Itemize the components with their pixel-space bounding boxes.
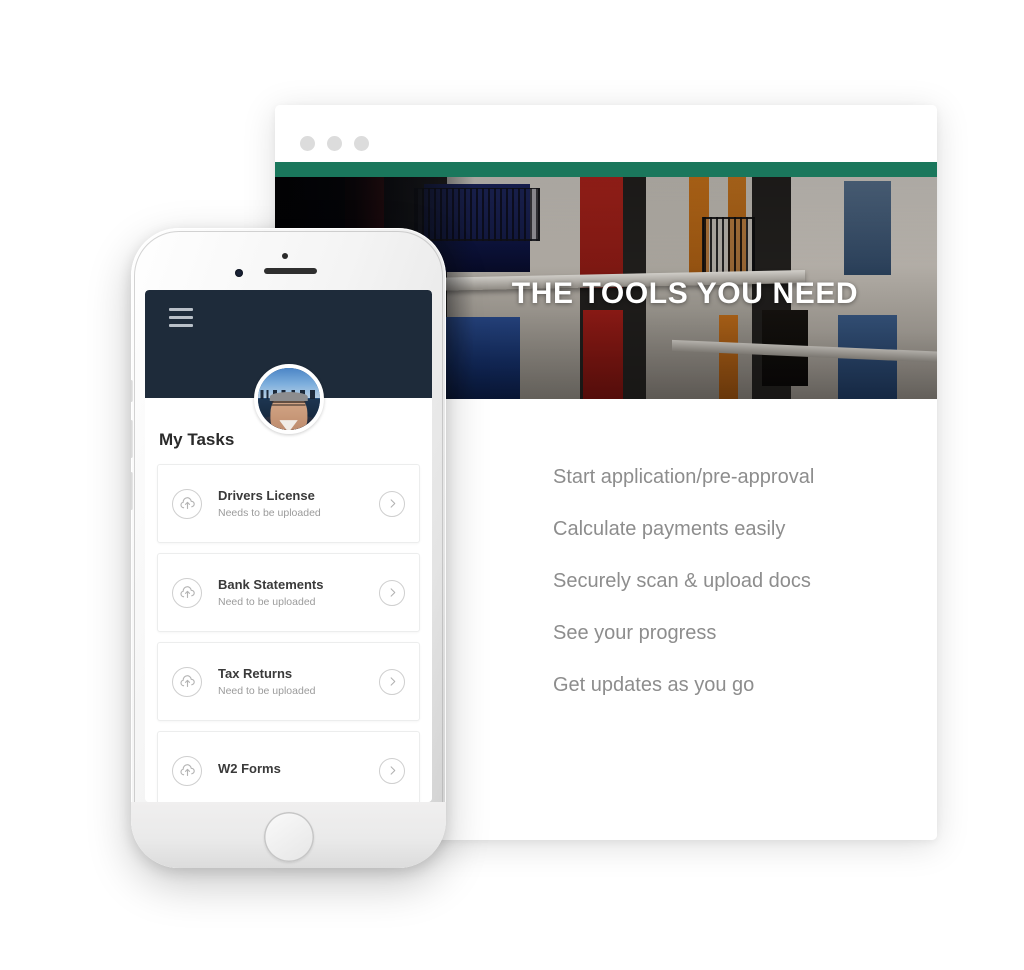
task-card[interactable]: Bank Statements Need to be uploaded: [157, 553, 420, 632]
chevron-right-icon[interactable]: [379, 757, 405, 784]
task-card[interactable]: Drivers License Needs to be uploaded: [157, 464, 420, 543]
phone-volume-down-button[interactable]: [131, 472, 133, 510]
cloud-upload-icon: [172, 666, 202, 697]
window-traffic-lights: [300, 136, 369, 151]
home-button[interactable]: [263, 812, 314, 862]
app-body: My Tasks Drivers License Needs to be upl…: [145, 398, 432, 802]
phone-top-bezel: [131, 228, 446, 298]
screenshot-stage: THE TOOLS YOU NEED Start application/pre…: [0, 0, 1024, 970]
task-card[interactable]: Tax Returns Need to be uploaded: [157, 642, 420, 721]
task-text: Bank Statements Need to be uploaded: [202, 577, 379, 608]
task-card[interactable]: W2 Forms: [157, 731, 420, 802]
feature-item: Securely scan & upload docs: [553, 570, 811, 592]
task-text: Drivers License Needs to be uploaded: [202, 488, 379, 519]
cloud-upload-icon: [172, 488, 202, 519]
task-text: Tax Returns Need to be uploaded: [202, 666, 379, 697]
chevron-right-icon[interactable]: [379, 490, 405, 517]
hamburger-icon[interactable]: [169, 308, 193, 332]
feature-item: See your progress: [553, 622, 717, 644]
minimize-dot-icon[interactable]: [327, 136, 342, 151]
task-status: Need to be uploaded: [218, 596, 316, 608]
feature-item: Get updates as you go: [553, 674, 755, 696]
browser-title-bar: [275, 105, 937, 162]
earpiece-speaker: [264, 268, 317, 274]
task-title: W2 Forms: [218, 761, 281, 776]
phone-screen: My Tasks Drivers License Needs to be upl…: [145, 290, 432, 802]
phone-bottom-bezel: [131, 802, 446, 868]
task-text: W2 Forms: [202, 761, 379, 780]
phone-mockup: My Tasks Drivers License Needs to be upl…: [131, 228, 446, 868]
cloud-upload-icon: [172, 755, 202, 786]
maximize-dot-icon[interactable]: [354, 136, 369, 151]
front-camera-icon: [235, 269, 243, 277]
task-title: Bank Statements: [218, 577, 324, 592]
site-accent-bar: [275, 162, 937, 177]
close-dot-icon[interactable]: [300, 136, 315, 151]
avatar-glasses-icon: [271, 400, 306, 407]
chevron-right-icon[interactable]: [379, 579, 405, 606]
task-title: Tax Returns: [218, 666, 293, 681]
cloud-upload-icon: [172, 577, 202, 608]
task-status: Needs to be uploaded: [218, 507, 321, 519]
feature-item: Calculate payments easily: [553, 518, 786, 540]
avatar[interactable]: [253, 364, 324, 434]
task-title: Drivers License: [218, 488, 315, 503]
phone-silent-switch[interactable]: [131, 380, 133, 402]
chevron-right-icon[interactable]: [379, 668, 405, 695]
proximity-sensor-icon: [282, 253, 288, 259]
phone-volume-up-button[interactable]: [131, 420, 133, 458]
task-status: Need to be uploaded: [218, 685, 316, 697]
feature-item: Start application/pre-approval: [553, 466, 815, 488]
